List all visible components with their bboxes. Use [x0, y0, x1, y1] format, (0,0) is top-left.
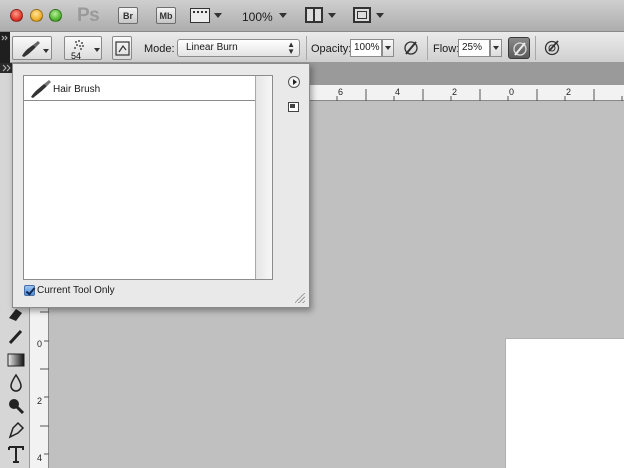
- application-bar: Ps Br Mb 100%: [0, 0, 624, 32]
- magnifier-dodge-icon: [9, 399, 25, 415]
- zoom-window-button[interactable]: [49, 9, 62, 22]
- tool-preset-popup: Hair Brush Current Tool Only: [12, 63, 310, 308]
- options-bar-grip[interactable]: [0, 32, 10, 63]
- opacity-input[interactable]: 100%: [350, 39, 382, 57]
- airbrush-icon: [513, 42, 527, 56]
- tablet-size-pressure-button[interactable]: [541, 37, 563, 59]
- options-divider: [427, 36, 428, 60]
- type-tool[interactable]: [6, 444, 26, 464]
- ruler-label: 4: [395, 87, 401, 97]
- zoom-level-menu[interactable]: 100%: [242, 10, 273, 24]
- view-extras-icon[interactable]: [190, 8, 210, 23]
- blur-tool[interactable]: [6, 373, 26, 393]
- ruler-label: 2: [37, 396, 43, 406]
- tool-preset-picker[interactable]: [12, 36, 52, 60]
- brush-size-value: 54: [71, 51, 82, 61]
- blend-mode-select[interactable]: Linear Burn ▲ ▼: [177, 39, 300, 57]
- tablet-opacity-pressure-button[interactable]: [400, 37, 422, 59]
- opacity-label: Opacity:: [311, 43, 352, 55]
- ruler-label: 2: [452, 87, 458, 97]
- close-window-button[interactable]: [10, 9, 23, 22]
- preset-name: Hair Brush: [53, 84, 101, 95]
- preset-menu-button[interactable]: [288, 76, 300, 88]
- photoshop-logo: Ps: [77, 5, 100, 26]
- flow-label: Flow:: [433, 43, 460, 55]
- pen-tool[interactable]: [6, 420, 26, 440]
- mode-label: Mode:: [144, 43, 175, 55]
- popup-resize-grip[interactable]: [295, 293, 305, 303]
- type-icon: [8, 446, 24, 463]
- preset-list-scrollbar[interactable]: [255, 76, 272, 279]
- ruler-label: 2: [566, 87, 572, 97]
- flow-input[interactable]: 25%: [458, 39, 490, 57]
- pen-pressure-icon: [404, 41, 418, 55]
- options-divider: [306, 36, 307, 60]
- new-tool-preset-button[interactable]: [288, 102, 299, 112]
- arrange-dropdown-icon[interactable]: [328, 13, 336, 18]
- current-tool-only-checkbox[interactable]: [24, 285, 35, 296]
- flow-dropdown-button[interactable]: [490, 39, 502, 57]
- list-item-hair-brush[interactable]: Hair Brush: [24, 76, 256, 101]
- brush-preset-picker[interactable]: [64, 36, 102, 60]
- ruler-label: 4: [37, 453, 43, 463]
- ruler-label: 0: [37, 339, 43, 349]
- zoom-dropdown-icon[interactable]: [279, 13, 287, 18]
- dodge-tool[interactable]: [6, 396, 26, 416]
- ruler-label: 6: [338, 87, 344, 97]
- opacity-dropdown-button[interactable]: [382, 39, 394, 57]
- select-arrows-icon: ▲ ▼: [287, 40, 295, 56]
- launch-bridge-button[interactable]: Br: [118, 7, 138, 24]
- brush-tool-icon: [22, 41, 49, 57]
- screen-mode-dropdown-icon[interactable]: [376, 13, 384, 18]
- airbrush-toggle-button[interactable]: [508, 37, 530, 59]
- toggle-brush-panel-button[interactable]: [112, 36, 132, 60]
- document-canvas[interactable]: [505, 338, 624, 468]
- blend-mode-value: Linear Burn: [186, 42, 238, 53]
- current-tool-only-label: Current Tool Only: [37, 285, 115, 296]
- brush-panel-icon: [115, 41, 130, 56]
- gradient-icon: [7, 353, 25, 367]
- view-extras-dropdown-icon[interactable]: [214, 13, 222, 18]
- history-brush-tool[interactable]: [6, 327, 26, 347]
- screen-mode-icon[interactable]: [353, 7, 371, 23]
- tool-preset-list: Hair Brush: [23, 75, 273, 280]
- brush-preset-icon: [31, 80, 51, 98]
- ruler-label: 0: [509, 87, 515, 97]
- launch-mini-bridge-button[interactable]: Mb: [156, 7, 176, 24]
- panel-grip-icon: [1, 35, 8, 41]
- pen-icon: [8, 421, 25, 439]
- arrange-documents-icon[interactable]: [305, 7, 323, 23]
- smudge-icon: [8, 329, 23, 345]
- options-divider: [535, 36, 536, 60]
- minimize-window-button[interactable]: [30, 9, 43, 22]
- pen-size-pressure-icon: [544, 40, 560, 56]
- blur-icon: [10, 373, 22, 392]
- gradient-tool[interactable]: [6, 350, 26, 370]
